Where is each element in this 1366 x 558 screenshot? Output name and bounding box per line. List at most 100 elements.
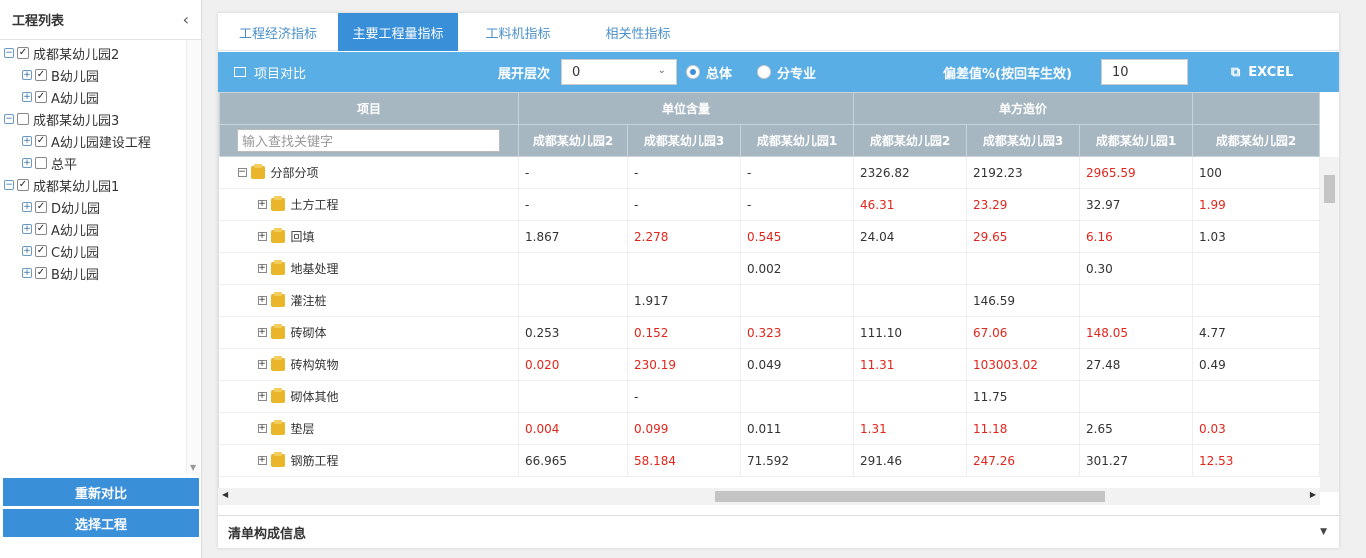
checkbox[interactable]: ✓ — [35, 91, 47, 103]
radio-sub-icon — [757, 65, 771, 79]
expand-row-icon[interactable]: + — [257, 328, 267, 337]
select-project-button[interactable]: 选择工程 — [3, 509, 199, 537]
grid-horizontal-scrollbar[interactable]: ◀ ▶ — [218, 488, 1320, 505]
table-row[interactable]: + 土方工程 - - -46.31 23.29 32.97 1.99 — [219, 188, 1320, 221]
sub-header-project[interactable]: 成都某幼儿园2 — [853, 124, 967, 157]
table-row[interactable]: + 地基处理 0.002 0.30 — [219, 252, 1320, 285]
tree-node[interactable]: − ✓ 成都某幼儿园1 — [0, 174, 202, 196]
checkbox[interactable]: ✓ — [17, 179, 29, 191]
expand-row-icon[interactable]: + — [257, 296, 267, 305]
checkbox[interactable] — [35, 157, 47, 169]
value-cell: 27.48 — [1079, 348, 1193, 381]
sub-header-project[interactable]: 成都某幼儿园1 — [740, 124, 854, 157]
tree-node[interactable]: + ✓ A幼儿园 — [0, 218, 202, 240]
tab-economic[interactable]: 工程经济指标 — [218, 13, 338, 51]
row-name: 土方工程 — [290, 198, 339, 212]
tree-node-label: 总平 — [51, 157, 78, 173]
table-row[interactable]: + 垫层 0.004 0.099 0.011 1.31 11.18 2.65 0.03 — [219, 412, 1320, 445]
collapse-node-icon[interactable]: − — [4, 114, 14, 124]
hscroll-thumb[interactable] — [715, 491, 1105, 502]
search-input[interactable]: 输入查找关键字 — [237, 129, 500, 152]
checkbox[interactable]: ✓ — [17, 47, 29, 59]
collapse-panel-icon[interactable]: ‹ — [183, 10, 189, 29]
expand-node-icon[interactable]: + — [22, 268, 32, 278]
value-cell: 291.46 — [853, 444, 967, 477]
tree-node[interactable]: − ✓ 成都某幼儿园2 — [0, 42, 202, 64]
tree-node[interactable]: − 成都某幼儿园3 — [0, 108, 202, 130]
tree-node[interactable]: + ✓ A幼儿园建设工程 — [0, 130, 202, 152]
vscroll-thumb[interactable] — [1324, 175, 1335, 203]
checkbox[interactable]: ✓ — [35, 135, 47, 147]
checkbox[interactable]: ✓ — [35, 245, 47, 257]
expand-row-icon[interactable]: + — [257, 264, 267, 273]
folder-icon — [270, 452, 285, 467]
expand-row-icon[interactable]: + — [257, 232, 267, 241]
table-row[interactable]: − 分部分项 - - -2326.82 2192.23 2965.59 100 — [219, 156, 1320, 189]
expand-row-icon[interactable]: + — [257, 456, 267, 465]
sub-header-project[interactable]: 成都某幼儿园3 — [627, 124, 741, 157]
radio-subspecialty[interactable]: 分专业 — [757, 52, 816, 92]
tree-node[interactable]: + 总平 — [0, 152, 202, 174]
bill-composition-bar[interactable]: 清单构成信息 ▼ — [218, 515, 1339, 548]
checkbox[interactable]: ✓ — [35, 201, 47, 213]
tab-correlation[interactable]: 相关性指标 — [578, 13, 698, 51]
expand-row-icon[interactable]: + — [257, 392, 267, 401]
folder-outline-icon — [234, 67, 246, 77]
value-cell: 1.867 — [518, 220, 628, 253]
table-row[interactable]: + 回填 1.867 2.278 0.545 24.04 29.65 6.16 1.03 — [219, 220, 1320, 253]
scroll-right-icon[interactable]: ▶ — [1310, 490, 1316, 499]
checkbox[interactable]: ✓ — [35, 69, 47, 81]
tab-material[interactable]: 工料机指标 — [458, 13, 578, 51]
excel-export-button[interactable]: ⧉ EXCEL — [1231, 52, 1293, 92]
value-cell: 58.184 — [627, 444, 741, 477]
radio-total[interactable]: 总体 — [686, 52, 732, 92]
tree-node[interactable]: + ✓ C幼儿园 — [0, 240, 202, 262]
value-cell: 2192.23 — [966, 156, 1080, 189]
table-row[interactable]: + 钢筋工程 66.965 58.184 71.592 291.46 247.26 301.2… — [219, 444, 1320, 477]
table-row[interactable]: + 灌注桩 1.917 146.59 — [219, 284, 1320, 317]
recompare-button[interactable]: 重新对比 — [3, 478, 199, 506]
sub-header-project[interactable]: 成都某幼儿园1 — [1079, 124, 1193, 157]
grid-vertical-scrollbar[interactable] — [1320, 157, 1339, 492]
expand-node-icon[interactable]: + — [22, 92, 32, 102]
sub-header-project[interactable]: 成都某幼儿园3 — [966, 124, 1080, 157]
row-name: 分部分项 — [270, 166, 319, 180]
table-row[interactable]: + 砖构筑物 0.020 230.19 0.049 11.31 103003.02 27.48… — [219, 348, 1320, 381]
expand-row-icon[interactable]: + — [257, 360, 267, 369]
tree-node[interactable]: + ✓ B幼儿园 — [0, 64, 202, 86]
folder-icon — [270, 324, 285, 339]
expand-node-icon[interactable]: + — [22, 70, 32, 80]
expand-node-icon[interactable]: + — [22, 224, 32, 234]
sub-header-project[interactable]: 成都某幼儿园2 — [1192, 124, 1320, 157]
value-cell: - — [518, 156, 628, 189]
expand-node-icon[interactable]: + — [22, 136, 32, 146]
expand-node-icon[interactable]: + — [22, 202, 32, 212]
checkbox[interactable] — [17, 113, 29, 125]
row-name-cell: + 地基处理 — [219, 252, 519, 285]
project-compare-button[interactable]: 项目对比 — [234, 52, 306, 92]
checkbox[interactable]: ✓ — [35, 223, 47, 235]
tree-node[interactable]: + ✓ D幼儿园 — [0, 196, 202, 218]
deviation-input[interactable]: 10 — [1101, 59, 1188, 85]
value-cell — [740, 380, 854, 413]
expand-row-icon[interactable]: + — [257, 424, 267, 433]
collapse-node-icon[interactable]: − — [4, 48, 14, 58]
expand-node-icon[interactable]: + — [22, 158, 32, 168]
expand-row-icon[interactable]: + — [257, 200, 267, 209]
tab-quantity[interactable]: 主要工程量指标 — [338, 13, 458, 51]
table-row[interactable]: + 砌体其他 - 11.75 — [219, 380, 1320, 413]
value-cell: 247.26 — [966, 444, 1080, 477]
sub-header-project[interactable]: 成都某幼儿园2 — [518, 124, 628, 157]
tree-scrollbar[interactable]: ▼ — [186, 40, 200, 474]
tree-node[interactable]: + ✓ A幼儿园 — [0, 86, 202, 108]
expand-node-icon[interactable]: + — [22, 246, 32, 256]
scroll-left-icon[interactable]: ◀ — [222, 490, 228, 499]
level-select[interactable]: 0 ⌄ — [561, 59, 677, 85]
checkbox[interactable]: ✓ — [35, 267, 47, 279]
value-cell: 4.77 — [1192, 316, 1320, 349]
collapse-node-icon[interactable]: − — [4, 180, 14, 190]
table-row[interactable]: + 砖砌体 0.253 0.152 0.323 111.10 67.06 148.05 4.77 — [219, 316, 1320, 349]
tree-node[interactable]: + ✓ B幼儿园 — [0, 262, 202, 284]
collapse-row-icon[interactable]: − — [237, 168, 247, 177]
expand-down-icon[interactable]: ▼ — [1320, 527, 1327, 537]
